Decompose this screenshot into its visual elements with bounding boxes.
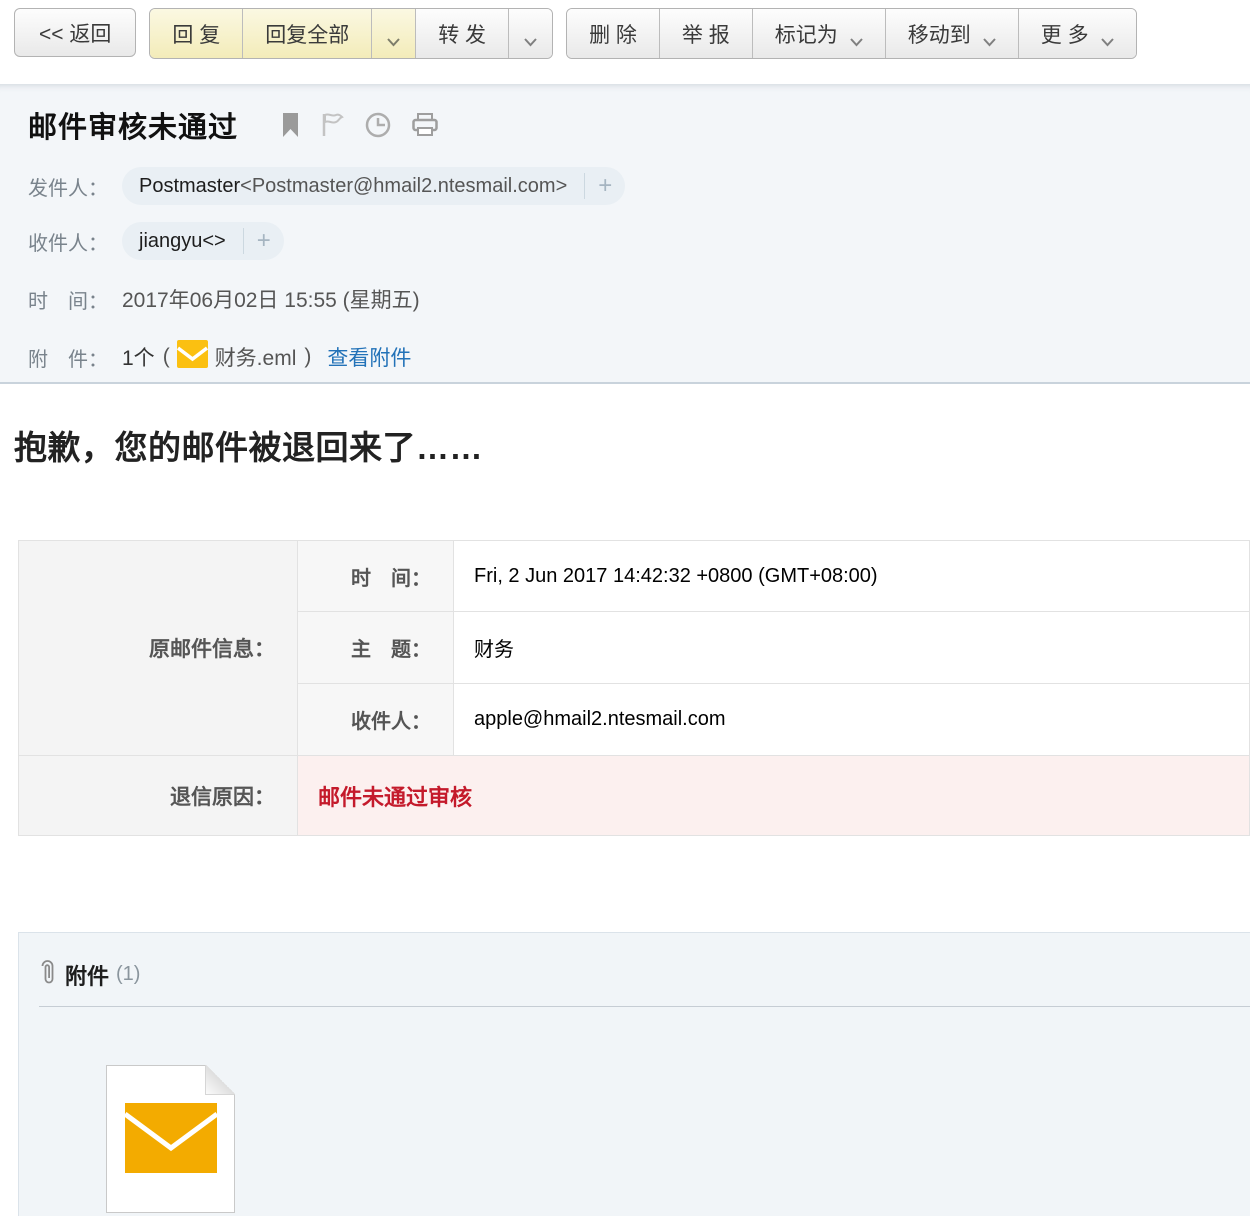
- divider: [39, 1006, 1250, 1007]
- time-row-label: 时 间：: [298, 541, 454, 612]
- bookmark-icon[interactable]: [282, 112, 299, 143]
- attachment-filename: 财务.eml: [215, 342, 297, 372]
- bounce-reason-value: 邮件未通过审核: [298, 756, 1250, 836]
- from-name: Postmaster: [139, 175, 240, 197]
- recipient-row-label: 收件人：: [298, 684, 454, 756]
- table-row: 退信原因： 邮件未通过审核: [19, 756, 1250, 836]
- actions-button-group: 删 除 举 报 标记为 移动到 更 多: [566, 8, 1137, 59]
- view-attachment-link[interactable]: 查看附件: [327, 342, 411, 372]
- attachment-file-card[interactable]: [106, 1065, 235, 1213]
- back-button[interactable]: << 返回: [14, 8, 136, 57]
- add-contact-button[interactable]: +: [243, 228, 284, 254]
- to-address-pill[interactable]: jiangyu<> +: [122, 222, 284, 260]
- from-label: 发件人：: [28, 172, 122, 201]
- eml-file-envelope-icon: [125, 1103, 217, 1178]
- forward-button[interactable]: 转 发: [416, 9, 509, 58]
- page-fold-corner: [205, 1065, 235, 1095]
- attachments-section: 附件 (1): [18, 932, 1250, 1216]
- move-to-button[interactable]: 移动到: [886, 9, 1019, 58]
- printer-icon[interactable]: [412, 113, 438, 142]
- move-to-label: 移动到: [908, 19, 971, 49]
- mail-subject: 邮件审核未通过: [28, 104, 238, 146]
- chevron-down-icon: [850, 29, 863, 38]
- reply-button-group: 回 复 回复全部 转 发: [149, 8, 553, 59]
- clock-icon[interactable]: [365, 112, 391, 143]
- add-contact-button[interactable]: +: [584, 173, 625, 199]
- subject-icons: [282, 112, 438, 143]
- paperclip-icon: [39, 958, 56, 991]
- chevron-down-icon: [524, 29, 537, 38]
- chevron-down-icon: [387, 29, 400, 38]
- mark-as-button[interactable]: 标记为: [753, 9, 886, 58]
- chevron-down-icon: [1101, 29, 1114, 38]
- to-label: 收件人：: [28, 227, 122, 256]
- attachments-count: (1): [116, 963, 140, 986]
- original-mail-info-label: 原邮件信息：: [19, 541, 298, 756]
- time-row-value: Fri, 2 Jun 2017 14:42:32 +0800 (GMT+08:0…: [454, 541, 1250, 612]
- subject-row-value: 财务: [454, 612, 1250, 684]
- reply-all-dropdown-button[interactable]: [372, 9, 416, 58]
- attachment-count: 1个: [122, 342, 155, 372]
- chevron-down-icon: [983, 29, 996, 38]
- flag-icon[interactable]: [320, 112, 344, 143]
- attachment-label: 附 件：: [28, 343, 122, 372]
- from-address: <Postmaster@hmail2.ntesmail.com>: [240, 175, 567, 197]
- toolbar: << 返回 回 复 回复全部 转 发 删 除 举 报 标记为 移动到 更 多: [0, 0, 1250, 84]
- bounce-info-table: 原邮件信息： 时 间： Fri, 2 Jun 2017 14:42:32 +08…: [18, 540, 1250, 836]
- more-label: 更 多: [1041, 19, 1089, 49]
- eml-envelope-icon: [177, 340, 208, 374]
- bounce-message-heading: 抱歉，您的邮件被退回来了……: [14, 421, 1250, 469]
- reply-button[interactable]: 回 复: [150, 9, 243, 58]
- mail-header: 邮件审核未通过 发件人： Postmaster<Postmaster@hmail…: [0, 84, 1250, 384]
- paren-open: (: [163, 345, 170, 369]
- subject-row-label: 主 题：: [298, 612, 454, 684]
- forward-dropdown-button[interactable]: [509, 9, 552, 58]
- time-label: 时 间：: [28, 285, 122, 314]
- time-value: 2017年06月02日 15:55 (星期五): [122, 284, 420, 314]
- recipient-row-value: apple@hmail2.ntesmail.com: [454, 684, 1250, 756]
- to-name: jiangyu<>: [139, 230, 226, 252]
- reply-all-button[interactable]: 回复全部: [243, 9, 372, 58]
- attachments-title: 附件: [65, 959, 109, 991]
- from-address-pill[interactable]: Postmaster<Postmaster@hmail2.ntesmail.co…: [122, 167, 625, 205]
- bounce-reason-label: 退信原因：: [19, 756, 298, 836]
- table-row: 原邮件信息： 时 间： Fri, 2 Jun 2017 14:42:32 +08…: [19, 541, 1250, 612]
- delete-button[interactable]: 删 除: [567, 9, 660, 58]
- paren-close: ): [304, 345, 311, 369]
- report-button[interactable]: 举 报: [660, 9, 753, 58]
- more-button[interactable]: 更 多: [1019, 9, 1136, 58]
- mark-as-label: 标记为: [775, 19, 838, 49]
